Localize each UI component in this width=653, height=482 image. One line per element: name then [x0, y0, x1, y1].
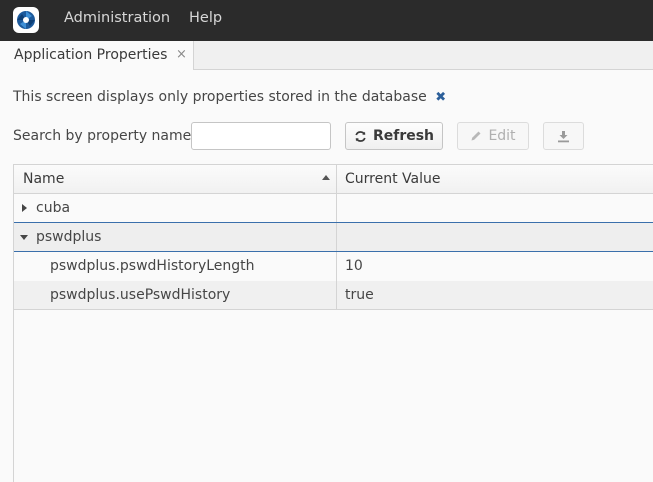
- expand-icon[interactable]: [22, 204, 27, 212]
- sort-ascending-icon[interactable]: [322, 175, 330, 180]
- row-value: 10: [345, 258, 363, 274]
- row-name: pswdplus.usePswdHistory: [50, 287, 231, 303]
- cell-divider: [336, 194, 337, 223]
- app-logo-icon[interactable]: [13, 7, 39, 33]
- search-label: Search by property name: [13, 128, 192, 144]
- column-divider[interactable]: [336, 165, 337, 194]
- info-message: This screen displays only properties sto…: [13, 89, 446, 105]
- edit-label: Edit: [488, 128, 516, 144]
- refresh-label: Refresh: [372, 128, 435, 144]
- row-name: pswdplus: [36, 229, 102, 245]
- cell-divider: [336, 252, 337, 281]
- pencil-icon: [471, 131, 481, 141]
- edit-button[interactable]: Edit: [457, 122, 529, 150]
- tab-title: Application Properties: [14, 47, 168, 63]
- column-header-name[interactable]: Name: [23, 171, 64, 187]
- column-header-current-value[interactable]: Current Value: [345, 171, 440, 187]
- row-value: true: [345, 287, 374, 303]
- cell-divider: [336, 281, 337, 310]
- refresh-button[interactable]: Refresh: [345, 122, 443, 150]
- tab-bar: Application Properties ×: [0, 41, 653, 70]
- table-row-use-pswd-history[interactable]: pswdplus.usePswdHistory true: [14, 281, 653, 310]
- table-row-pswdplus[interactable]: pswdplus: [14, 222, 653, 252]
- table-row-cuba[interactable]: cuba: [14, 194, 653, 223]
- search-input[interactable]: [191, 122, 331, 150]
- table-header: Name Current Value: [14, 165, 653, 194]
- cell-divider: [336, 223, 337, 251]
- row-name: pswdplus.pswdHistoryLength: [50, 258, 255, 274]
- menu-help[interactable]: Help: [189, 10, 222, 26]
- collapse-icon[interactable]: [20, 235, 28, 240]
- top-menubar: Administration Help: [0, 0, 653, 41]
- info-text: This screen displays only properties sto…: [13, 89, 427, 105]
- refresh-icon: [355, 130, 366, 142]
- menu-administration[interactable]: Administration: [64, 10, 170, 26]
- tab-application-properties[interactable]: Application Properties ×: [0, 41, 194, 70]
- download-icon: [558, 130, 569, 142]
- row-name: cuba: [36, 200, 71, 216]
- properties-table: Name Current Value cuba pswdplus pswdplu…: [13, 164, 653, 482]
- info-close-icon[interactable]: ✖: [435, 90, 446, 105]
- table-row-pswd-history-length[interactable]: pswdplus.pswdHistoryLength 10: [14, 252, 653, 281]
- export-button[interactable]: [543, 122, 584, 150]
- tab-close-icon[interactable]: ×: [176, 47, 187, 62]
